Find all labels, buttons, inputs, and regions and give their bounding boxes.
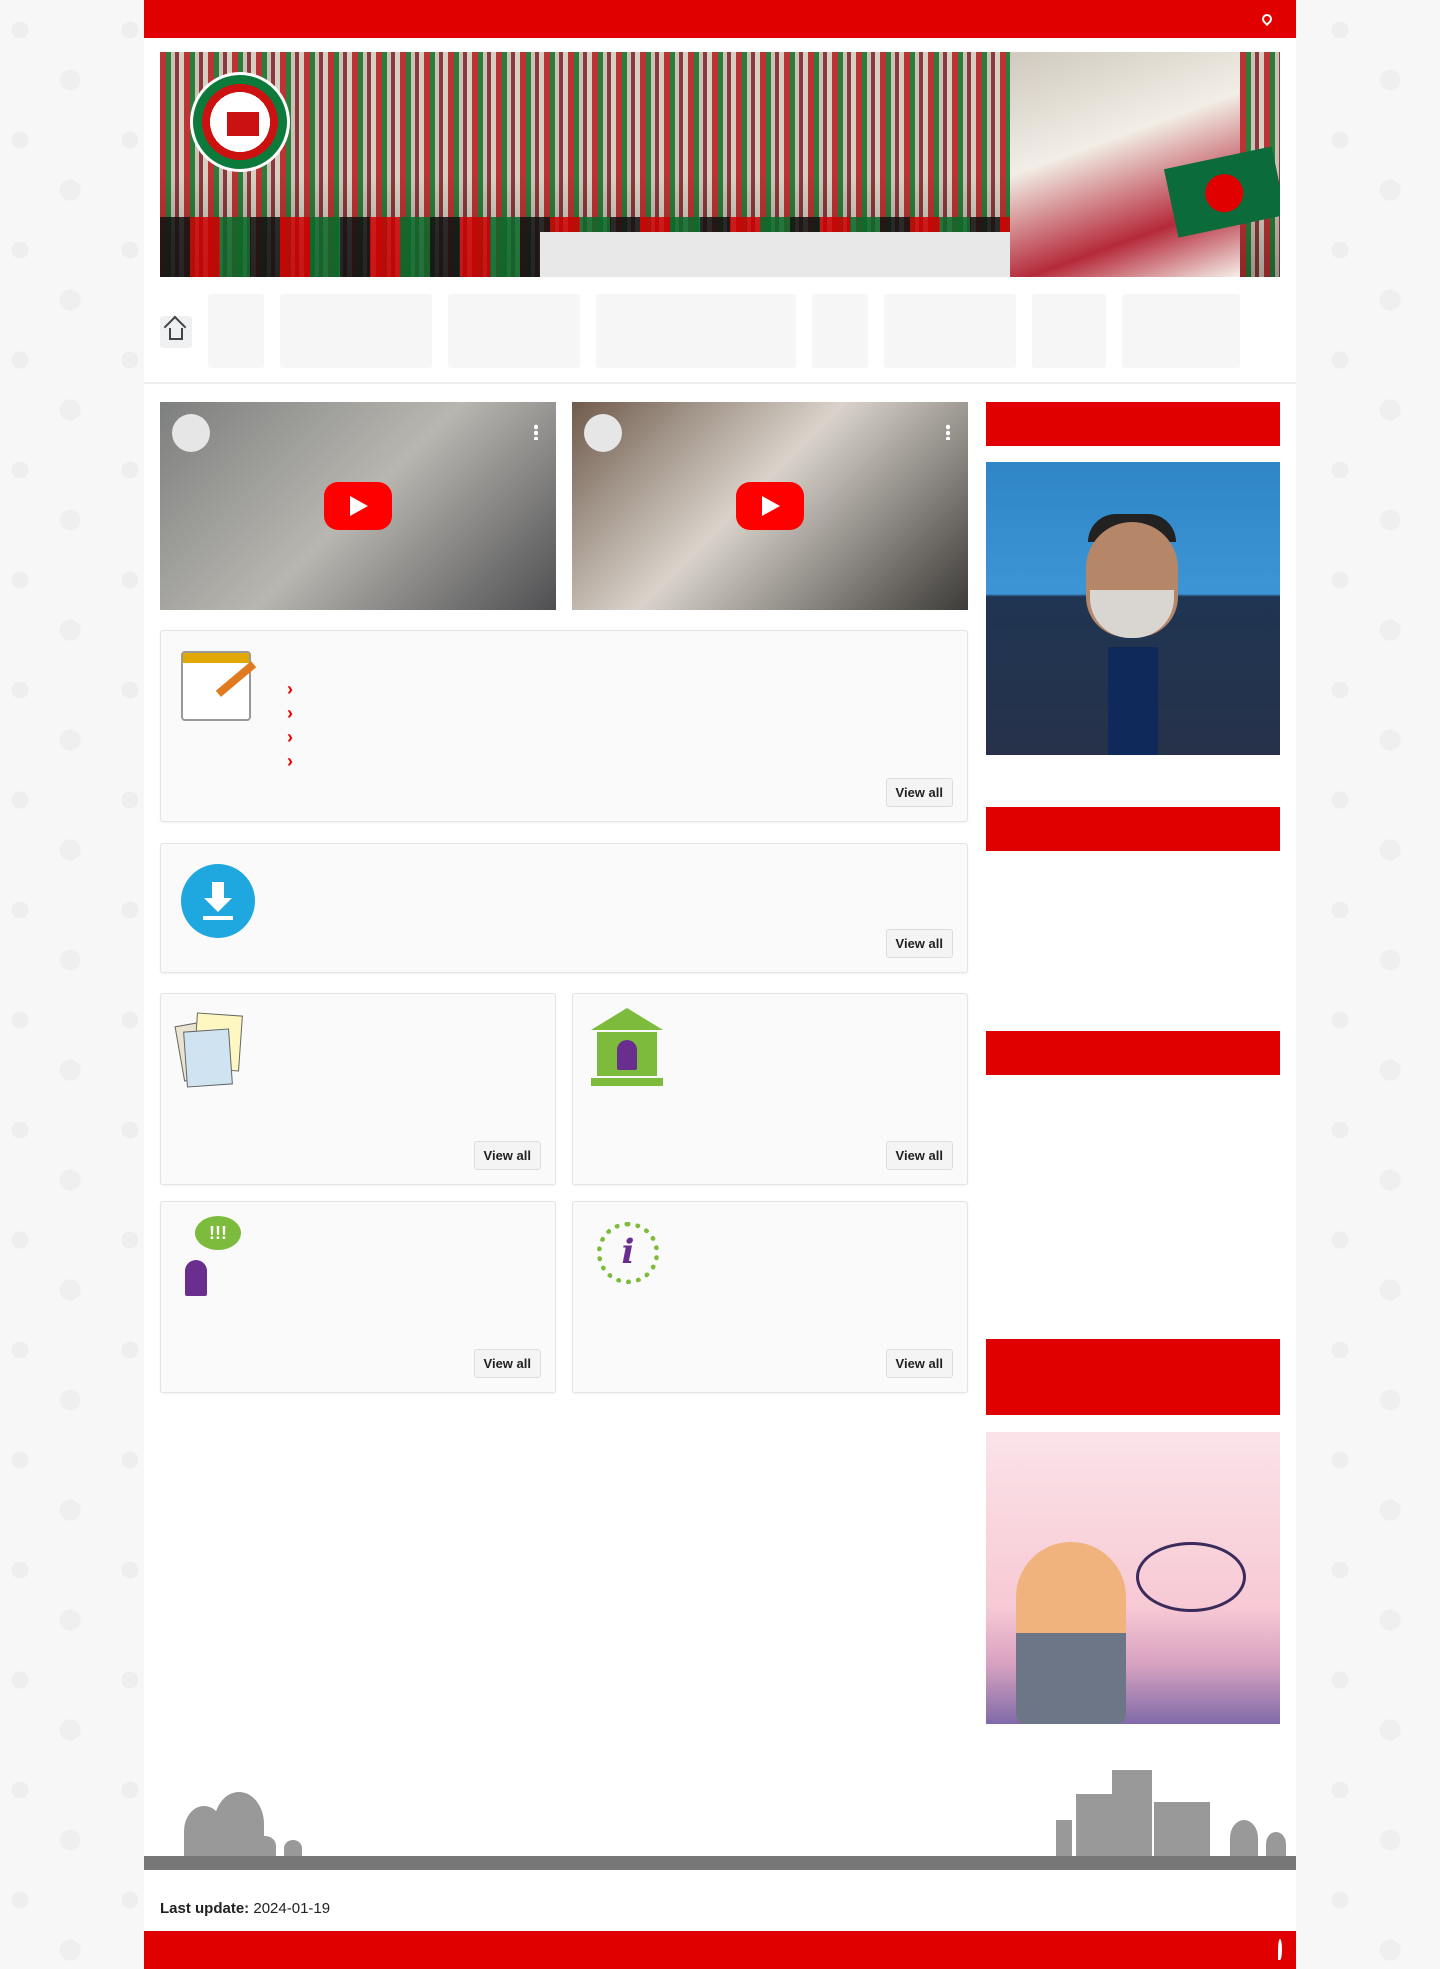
nav-item-4[interactable] bbox=[596, 294, 796, 368]
footer-illustration bbox=[144, 1770, 1296, 1870]
important-links-heading bbox=[986, 1031, 1280, 1075]
view-all-button[interactable]: View all bbox=[885, 1349, 953, 1378]
downloads-card: View all bbox=[160, 843, 968, 973]
notepad-icon bbox=[181, 651, 251, 721]
home-icon bbox=[169, 328, 183, 340]
play-button[interactable] bbox=[324, 482, 392, 530]
government-office-icon bbox=[591, 1008, 663, 1088]
officer-photo bbox=[986, 462, 1280, 755]
service-box-1: View all bbox=[160, 993, 556, 1185]
service-box-4: i View all bbox=[572, 1201, 968, 1393]
top-bar bbox=[144, 0, 1296, 38]
complaint-icon: !!! bbox=[179, 1216, 249, 1300]
banner-stage bbox=[540, 232, 1060, 277]
eservices-heading bbox=[986, 807, 1280, 851]
notice-list bbox=[287, 681, 927, 777]
boy-illustration bbox=[1016, 1542, 1126, 1724]
location-pin-icon bbox=[1259, 11, 1275, 27]
footer-ground bbox=[144, 1856, 1296, 1870]
officer-heading bbox=[986, 402, 1280, 446]
view-all-button[interactable]: View all bbox=[885, 1141, 953, 1170]
last-update-label: Last update: bbox=[160, 1900, 250, 1917]
notice-board-card: View all bbox=[160, 630, 968, 822]
notice-item[interactable] bbox=[287, 729, 927, 753]
more-options-icon[interactable] bbox=[946, 424, 950, 440]
channel-avatar[interactable] bbox=[584, 414, 622, 452]
location-pin-icon bbox=[1278, 1939, 1282, 1960]
important-link-5[interactable] bbox=[986, 1258, 1280, 1314]
nav-item-5[interactable] bbox=[812, 294, 868, 368]
channel-avatar[interactable] bbox=[172, 414, 210, 452]
nav-item-7[interactable] bbox=[1032, 294, 1106, 368]
notice-item[interactable] bbox=[287, 753, 927, 777]
mosquito-icon bbox=[1136, 1542, 1246, 1612]
page-container: View all View all View all View all !!! … bbox=[144, 0, 1296, 1969]
main-navigation bbox=[160, 294, 1280, 368]
download-icon bbox=[181, 864, 255, 938]
view-all-button[interactable]: View all bbox=[473, 1349, 541, 1378]
last-update: Last update: 2024-01-19 bbox=[160, 1900, 330, 1917]
documents-icon bbox=[174, 1008, 249, 1088]
important-link-1[interactable] bbox=[986, 1090, 1280, 1174]
eservice-link-3[interactable] bbox=[986, 922, 1280, 978]
awareness-heading bbox=[986, 1339, 1280, 1415]
play-button[interactable] bbox=[736, 482, 804, 530]
bottom-bar bbox=[144, 1931, 1296, 1969]
header-divider bbox=[144, 382, 1296, 384]
home-button[interactable] bbox=[160, 316, 192, 348]
office-seal-logo[interactable] bbox=[190, 72, 290, 172]
view-all-button[interactable]: View all bbox=[885, 929, 953, 958]
nav-item-6[interactable] bbox=[884, 294, 1016, 368]
nav-item-8[interactable] bbox=[1122, 294, 1240, 368]
more-options-icon[interactable] bbox=[534, 424, 538, 440]
footer-location-link[interactable] bbox=[1278, 1939, 1282, 1960]
information-icon: i bbox=[591, 1216, 663, 1296]
notice-item[interactable] bbox=[287, 681, 927, 705]
view-all-button[interactable]: View all bbox=[473, 1141, 541, 1170]
video-player-1[interactable] bbox=[160, 402, 556, 610]
nav-item-2[interactable] bbox=[280, 294, 432, 368]
header-banner bbox=[160, 52, 1280, 277]
last-update-date: 2024-01-19 bbox=[253, 1900, 331, 1917]
dengue-awareness-poster[interactable] bbox=[986, 1432, 1280, 1724]
service-box-3: !!! View all bbox=[160, 1201, 556, 1393]
nav-item-3[interactable] bbox=[448, 294, 580, 368]
service-box-2: View all bbox=[572, 993, 968, 1185]
video-player-2[interactable] bbox=[572, 402, 968, 610]
nav-item-1[interactable] bbox=[208, 294, 264, 368]
notice-item[interactable] bbox=[287, 705, 927, 729]
view-all-button[interactable]: View all bbox=[885, 778, 953, 807]
location-link[interactable] bbox=[1259, 11, 1282, 27]
